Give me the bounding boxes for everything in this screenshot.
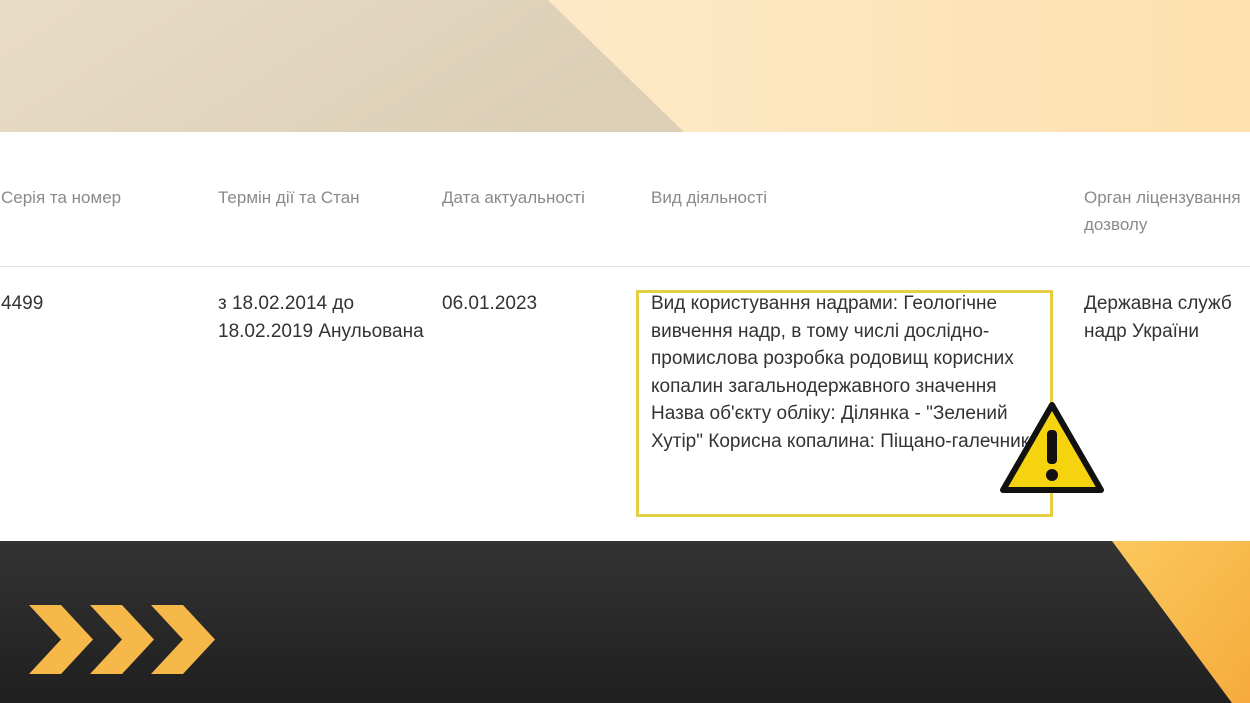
top-decor-shapes <box>0 0 1250 132</box>
top-decor-band <box>0 0 1250 132</box>
header-divider <box>0 266 1250 267</box>
warning-triangle-icon <box>1000 402 1104 493</box>
bottom-decor-band <box>0 541 1250 703</box>
cell-licensing-body: Державна служб надр України <box>1084 290 1250 345</box>
licensing-body-line2: надр України <box>1084 320 1200 342</box>
cell-actuality-date: 06.01.2023 <box>442 293 538 314</box>
header-term-status: Термін дії та Стан <box>218 188 360 207</box>
activity-highlight-box <box>636 290 1053 517</box>
triple-chevron-right-icon <box>29 605 215 674</box>
cell-series-number: 4499 <box>1 293 44 314</box>
header-activity-type: Вид діяльності <box>651 188 768 207</box>
cell-term-status: з 18.02.2014 до 18.02.2019 Анульована <box>218 293 424 342</box>
header-licensing-body: Орган ліцензування дозволу <box>1084 188 1241 234</box>
header-series-number: Серія та номер <box>1 188 122 207</box>
licensing-body-line1: Державна служб <box>1084 293 1232 314</box>
header-actuality-date: Дата актуальності <box>442 188 585 207</box>
